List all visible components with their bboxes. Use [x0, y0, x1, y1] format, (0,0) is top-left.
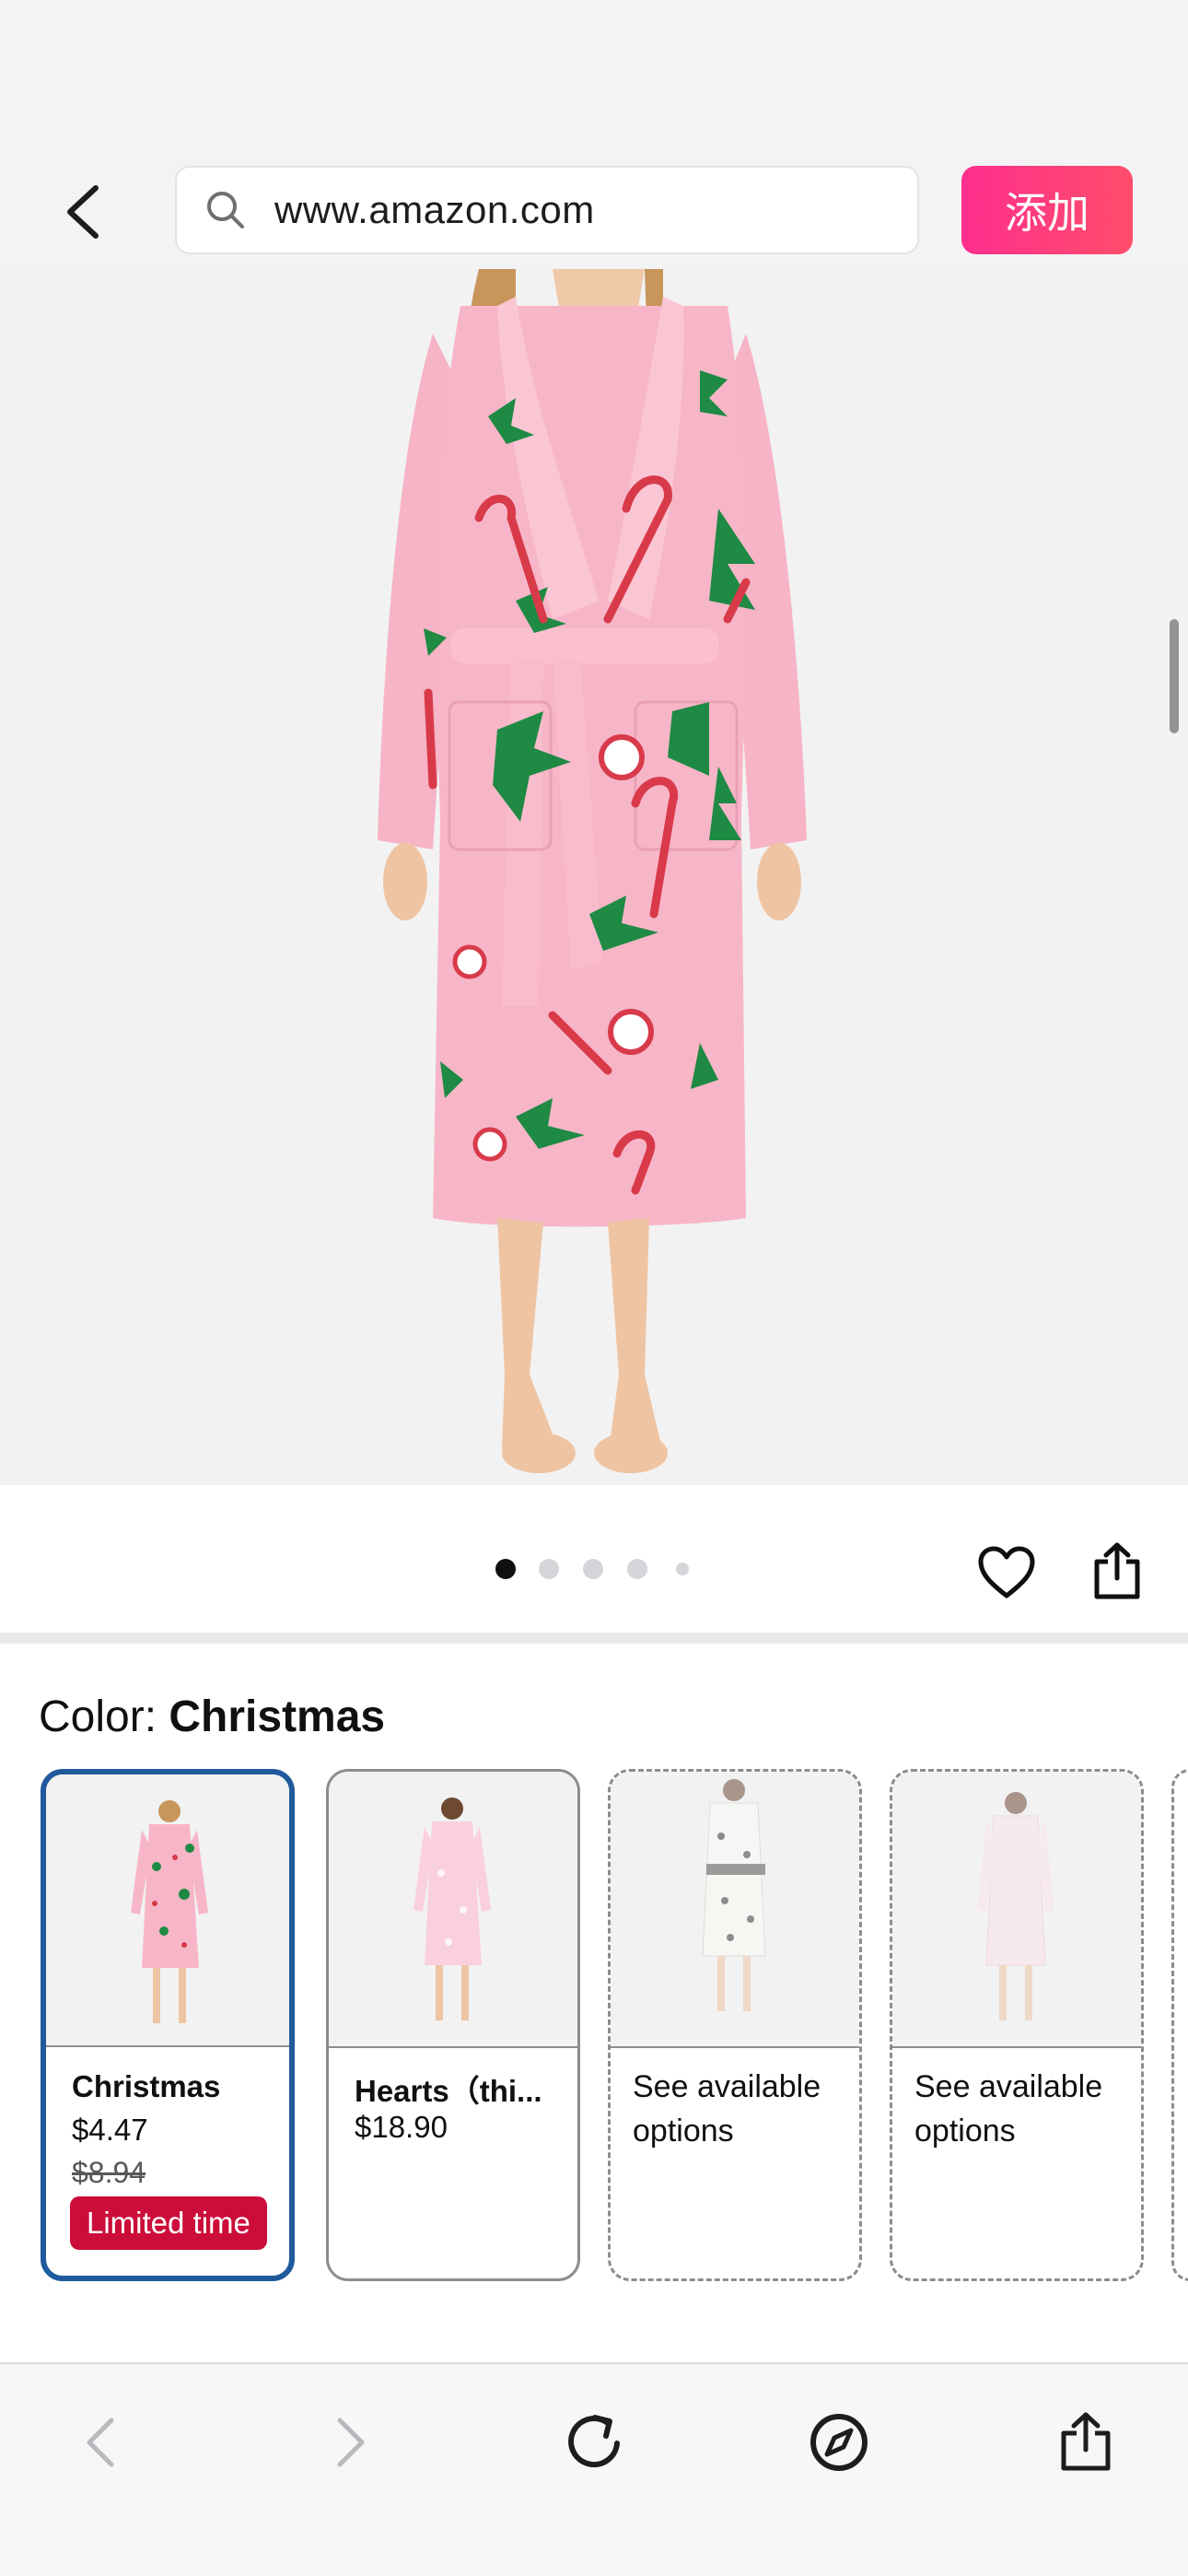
url-search-field[interactable]: www.amazon.com [175, 166, 919, 254]
chevron-right-icon [337, 2418, 365, 2467]
chevron-left-icon [87, 2418, 114, 2467]
swatch-thumbnail [611, 1772, 859, 2048]
search-icon [203, 187, 249, 233]
nav-back-button[interactable] [59, 2401, 142, 2484]
add-button[interactable]: 添加 [961, 166, 1133, 254]
share-product-button[interactable] [1085, 1536, 1149, 1605]
color-label: Color: Christmas [39, 1692, 385, 1742]
page-dot-2[interactable] [539, 1559, 559, 1579]
section-divider [0, 1633, 1188, 1644]
compass-icon [810, 2414, 868, 2471]
option-price: $4.47 [72, 2113, 148, 2147]
swatch-thumbnail [892, 1772, 1141, 2048]
option-list-price: $8.94 [72, 2156, 146, 2189]
color-selector: Color: Christmas Christmas $4.47 $8.94 L… [0, 1644, 1188, 2362]
page-dot-3[interactable] [583, 1559, 603, 1579]
page-dot-4[interactable] [627, 1559, 647, 1579]
browser-window: www.amazon.com 添加 Color: Christmas Chris… [0, 0, 1188, 2576]
swatch-thumbnail [329, 1772, 577, 2048]
option-name: Christmas [72, 2069, 221, 2103]
heart-icon [978, 1546, 1035, 1598]
wishlist-button[interactable] [974, 1540, 1039, 1605]
color-option-4[interactable]: See available options [890, 1769, 1144, 2281]
availability-text: See available options [633, 2069, 821, 2149]
compass-button[interactable] [798, 2401, 880, 2484]
color-option-3[interactable]: See available options [608, 1769, 862, 2281]
color-option-hearts[interactable]: Hearts（thi... $18.90 [326, 1769, 580, 2281]
share-icon [1061, 2412, 1111, 2471]
reload-icon [568, 2415, 620, 2468]
chevron-left-icon [67, 185, 99, 239]
share-page-button[interactable] [1044, 2401, 1127, 2484]
robe-illustration [378, 269, 807, 1473]
color-option-christmas[interactable]: Christmas $4.47 $8.94 Limited time [41, 1769, 295, 2281]
image-pager-row [0, 1485, 1188, 1633]
share-icon [1094, 1542, 1140, 1598]
product-image[interactable] [0, 269, 1188, 1485]
color-label-prefix: Color: [39, 1692, 169, 1741]
swatch-thumbnail [46, 1774, 289, 2047]
page-dot-5[interactable] [676, 1563, 689, 1575]
option-name: Hearts（thi... [355, 2074, 542, 2108]
color-option-5-partial[interactable] [1171, 1769, 1188, 2281]
availability-text: See available options [914, 2069, 1103, 2149]
limited-time-badge: Limited time [70, 2196, 267, 2250]
back-button[interactable] [55, 175, 111, 249]
browser-bottom-toolbar [0, 2362, 1188, 2576]
scroll-indicator[interactable] [1170, 619, 1179, 733]
browser-top-bar: www.amazon.com 添加 [0, 0, 1188, 269]
url-text: www.amazon.com [274, 188, 595, 231]
option-price: $18.90 [355, 2110, 448, 2144]
page-dot-1[interactable] [495, 1559, 516, 1579]
reload-button[interactable] [553, 2401, 635, 2484]
nav-forward-button[interactable] [309, 2401, 392, 2484]
selected-color-name: Christmas [169, 1692, 386, 1741]
